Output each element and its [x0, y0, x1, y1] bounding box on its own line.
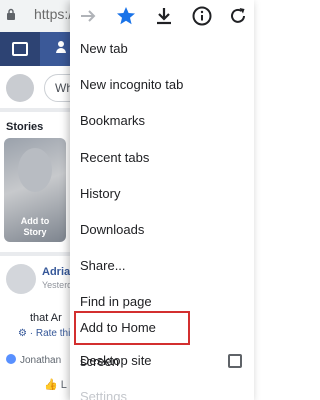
reload-icon — [231, 8, 245, 23]
download-button[interactable] — [152, 4, 176, 28]
bookmark-button[interactable] — [114, 4, 138, 28]
menu-item-downloads[interactable]: Downloads — [70, 213, 254, 247]
friends-icon[interactable] — [56, 40, 70, 54]
browser-overflow-menu: New tab New incognito tab Bookmarks Rece… — [70, 0, 254, 400]
menu-item-add-to-home-screen[interactable]: Add to Home screen — [74, 311, 190, 369]
facebook-home-tab[interactable] — [0, 32, 40, 66]
like-label: L — [60, 379, 67, 391]
info-icon — [192, 6, 212, 26]
menu-item-bookmarks[interactable]: Bookmarks — [70, 104, 254, 138]
post-avatar[interactable] — [6, 264, 36, 294]
post-text: that Ar — [30, 312, 62, 324]
page-info-button[interactable] — [190, 4, 214, 28]
post-timestamp: Yesterd — [42, 280, 73, 290]
forward-button[interactable] — [76, 4, 100, 28]
story-preview-image — [18, 148, 52, 192]
avatar[interactable] — [6, 74, 34, 102]
reaction-names: Jonathan — [20, 355, 62, 366]
gear-icon: ⚙ · — [18, 328, 36, 339]
stories-heading: Stories — [6, 121, 44, 133]
download-icon — [157, 8, 171, 25]
thumbs-up-icon: 👍 — [44, 379, 61, 391]
menu-item-desktop-site[interactable]: Desktop site — [70, 344, 254, 378]
add-to-story-tile[interactable]: Add to Story — [4, 138, 66, 242]
reactions-summary[interactable]: Jonathan — [6, 354, 61, 366]
menu-item-history[interactable]: History — [70, 177, 254, 211]
like-button[interactable]: 👍 L — [44, 378, 67, 391]
star-icon — [117, 7, 135, 25]
menu-item-new-incognito-tab[interactable]: New incognito tab — [70, 68, 254, 102]
story-caption: Add to Story — [20, 216, 50, 237]
menu-toolbar — [70, 0, 254, 32]
like-reaction-icon — [6, 354, 16, 364]
reload-button[interactable] — [226, 4, 250, 28]
news-feed-icon — [12, 42, 28, 56]
forward-icon — [81, 10, 96, 22]
rate-translation-link[interactable]: ⚙ · Rate this — [18, 328, 75, 339]
menu-item-new-tab[interactable]: New tab — [70, 32, 254, 66]
menu-item-recent-tabs[interactable]: Recent tabs — [70, 141, 254, 175]
menu-item-settings[interactable]: Settings — [70, 380, 254, 400]
lock-icon — [7, 8, 15, 20]
menu-item-share[interactable]: Share... — [70, 249, 254, 283]
desktop-site-checkbox[interactable] — [228, 354, 242, 368]
